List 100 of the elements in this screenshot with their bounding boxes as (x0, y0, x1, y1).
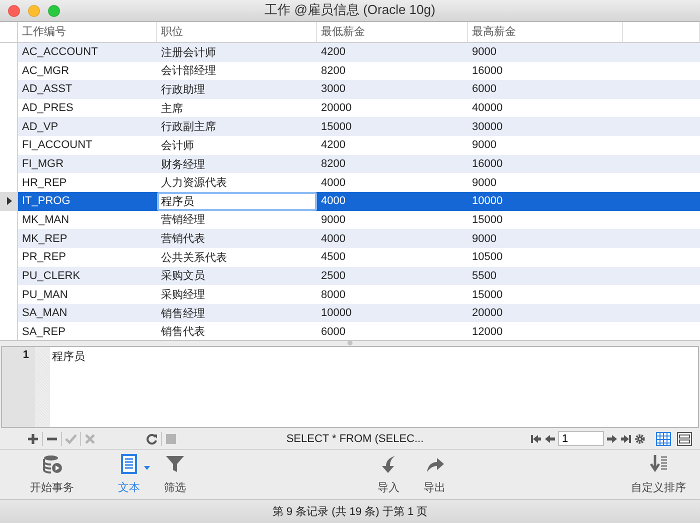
refresh-icon[interactable] (146, 432, 158, 445)
column-header[interactable]: 最高薪金 (468, 22, 623, 42)
table-cell-text: 15000 (471, 212, 504, 228)
table-row[interactable]: AD_VP 行政副主席 15000 30000 (0, 117, 700, 136)
column-header[interactable]: 最低薪金 (317, 22, 468, 42)
table-cell-text: 4000 (320, 194, 346, 210)
table-row[interactable]: PR_REP 公共关系代表 4500 10500 (0, 248, 700, 267)
caret-icon (144, 466, 150, 470)
table-cell-text: HR_REP (21, 176, 68, 191)
table-cell-text: AC_MGR (21, 64, 70, 79)
table-cell-text: MK_MAN (21, 212, 70, 228)
table-cell-text: 15000 (320, 120, 353, 135)
table-cell-text: PU_MAN (21, 288, 69, 302)
table-cell-text: 16000 (471, 64, 504, 79)
table-row[interactable]: FI_MGR 财务经理 8200 16000 (0, 154, 700, 174)
table-cell-text: 9000 (471, 45, 498, 60)
page-number-field[interactable]: 1 (558, 431, 604, 446)
table-cell-text: SA_REP (21, 324, 66, 340)
table-cell-text: 10000 (320, 306, 353, 322)
table-cell-text: 4500 (320, 250, 346, 266)
table-cell-text: 人力资源代表 (160, 176, 228, 192)
table-cell-text: FI_ACCOUNT (21, 138, 94, 154)
table-cell-text: 4000 (320, 232, 346, 247)
document-icon (119, 454, 139, 474)
table-cell-text: AD_PRES (21, 101, 74, 116)
filter-button[interactable]: 筛选 (152, 454, 198, 500)
table-cell-text: 8200 (320, 157, 346, 172)
table-cell-text: 10500 (471, 250, 504, 266)
table-cell-text: 4200 (320, 45, 346, 60)
table-cell-text: AD_ASST (21, 82, 74, 98)
table-row[interactable]: FI_ACCOUNT 会计师 4200 9000 (0, 136, 700, 155)
table-cell-text: 销售代表 (160, 325, 206, 340)
table-row[interactable]: PU_MAN 采购经理 8000 15000 (0, 285, 700, 304)
column-header[interactable]: 职位 (157, 22, 317, 42)
table-cell-text: 20000 (471, 306, 504, 322)
splitter-handle-icon[interactable] (347, 340, 353, 346)
previous-page-icon[interactable] (544, 432, 556, 445)
table-cell-text: 16000 (471, 157, 504, 172)
table-row[interactable]: IT_PROG 程序员 4000 10000 (0, 192, 700, 211)
table-cell-text: 30000 (471, 120, 504, 135)
column-header[interactable]: 工作编号 (18, 22, 157, 42)
table-cell-text: 8200 (320, 64, 346, 79)
table-cell-text: 9000 (471, 138, 498, 154)
table-cell-text: PU_CLERK (21, 268, 82, 284)
table-cell-text: 4000 (320, 176, 346, 191)
filter-icon (165, 454, 185, 474)
export-button[interactable]: 导出 (412, 454, 458, 500)
sql-editor[interactable]: 1 程序员 (1, 346, 699, 428)
form-view-icon[interactable] (677, 432, 692, 446)
table-cell-text: 会计师 (160, 138, 195, 154)
table-cell-text: 40000 (471, 101, 504, 116)
table-row[interactable]: AD_PRES 主席 20000 40000 (0, 98, 700, 118)
table-row[interactable]: AD_ASST 行政助理 3000 6000 (0, 80, 700, 99)
table-cell-text: 采购经理 (160, 288, 206, 303)
status-text: 第 9 条记录 (共 19 条) 于第 1 页 (272, 505, 428, 520)
table-cell-text: 财务经理 (160, 158, 206, 173)
table-cell-text: 2500 (320, 268, 346, 284)
table-cell-text: 行政副主席 (160, 120, 217, 136)
table-cell-text: 采购文员 (160, 268, 206, 284)
table-cell-text: 4200 (320, 138, 346, 154)
table-cell-text: 10000 (471, 194, 504, 210)
table-row[interactable]: AC_MGR 会计部经理 8200 16000 (0, 62, 700, 80)
table-cell-text: 6000 (320, 324, 346, 340)
table-cell-text: PR_REP (21, 250, 68, 266)
line-number: 1 (22, 348, 30, 362)
table-cell-text: 9000 (471, 176, 498, 191)
window-title: 工作 @雇员信息 (Oracle 10g) (264, 1, 436, 20)
table-cell-text: 公共关系代表 (160, 250, 228, 266)
table-cell-text: 9000 (320, 212, 346, 228)
settings-icon[interactable] (634, 432, 646, 445)
table-cell-text: 8000 (320, 288, 346, 302)
table-cell-text: 9000 (471, 232, 498, 247)
add-icon[interactable] (27, 432, 39, 445)
sort-button[interactable]: 自定义排序 (625, 454, 692, 500)
table-cell-text: 3000 (320, 82, 346, 98)
table-row[interactable]: MK_MAN 营销经理 9000 15000 (0, 210, 700, 230)
next-page-icon[interactable] (606, 432, 618, 445)
table-cell-text: FI_MGR (21, 157, 65, 172)
table-cell-text: 5500 (471, 268, 498, 284)
grid-view-icon[interactable] (656, 432, 671, 446)
cell-input-field[interactable]: 程序员 (157, 192, 317, 211)
table-cell-text: MK_REP (21, 232, 68, 247)
table-row[interactable]: HR_REP 人力资源代表 4000 9000 (0, 173, 700, 192)
table-cell-text: 营销代表 (160, 232, 206, 248)
table-row[interactable]: PU_CLERK 采购文员 2500 5500 (0, 266, 700, 286)
table-cell-text: IT_PROG (21, 194, 72, 210)
table-cell-text: 销售经理 (160, 306, 206, 322)
import-button[interactable]: 导入 (366, 454, 412, 500)
table-row[interactable]: MK_REP 营销代表 4000 9000 (0, 229, 700, 248)
table-cell-text: 营销经理 (160, 213, 206, 228)
editor-text: 程序员 (52, 350, 86, 362)
close-button[interactable] (8, 5, 20, 17)
first-page-icon[interactable] (530, 432, 542, 445)
table-cell-text: 20000 (320, 101, 353, 116)
last-page-icon[interactable] (620, 432, 632, 445)
table-row[interactable]: AC_ACCOUNT 注册会计师 4200 9000 (0, 42, 700, 62)
table-row[interactable]: SA_REP 销售代表 6000 12000 (0, 322, 700, 340)
table-cell-text: 15000 (471, 288, 504, 302)
table-row[interactable]: SA_MAN 销售经理 10000 20000 (0, 304, 700, 322)
transaction-button[interactable]: 开始事务 (24, 454, 80, 500)
